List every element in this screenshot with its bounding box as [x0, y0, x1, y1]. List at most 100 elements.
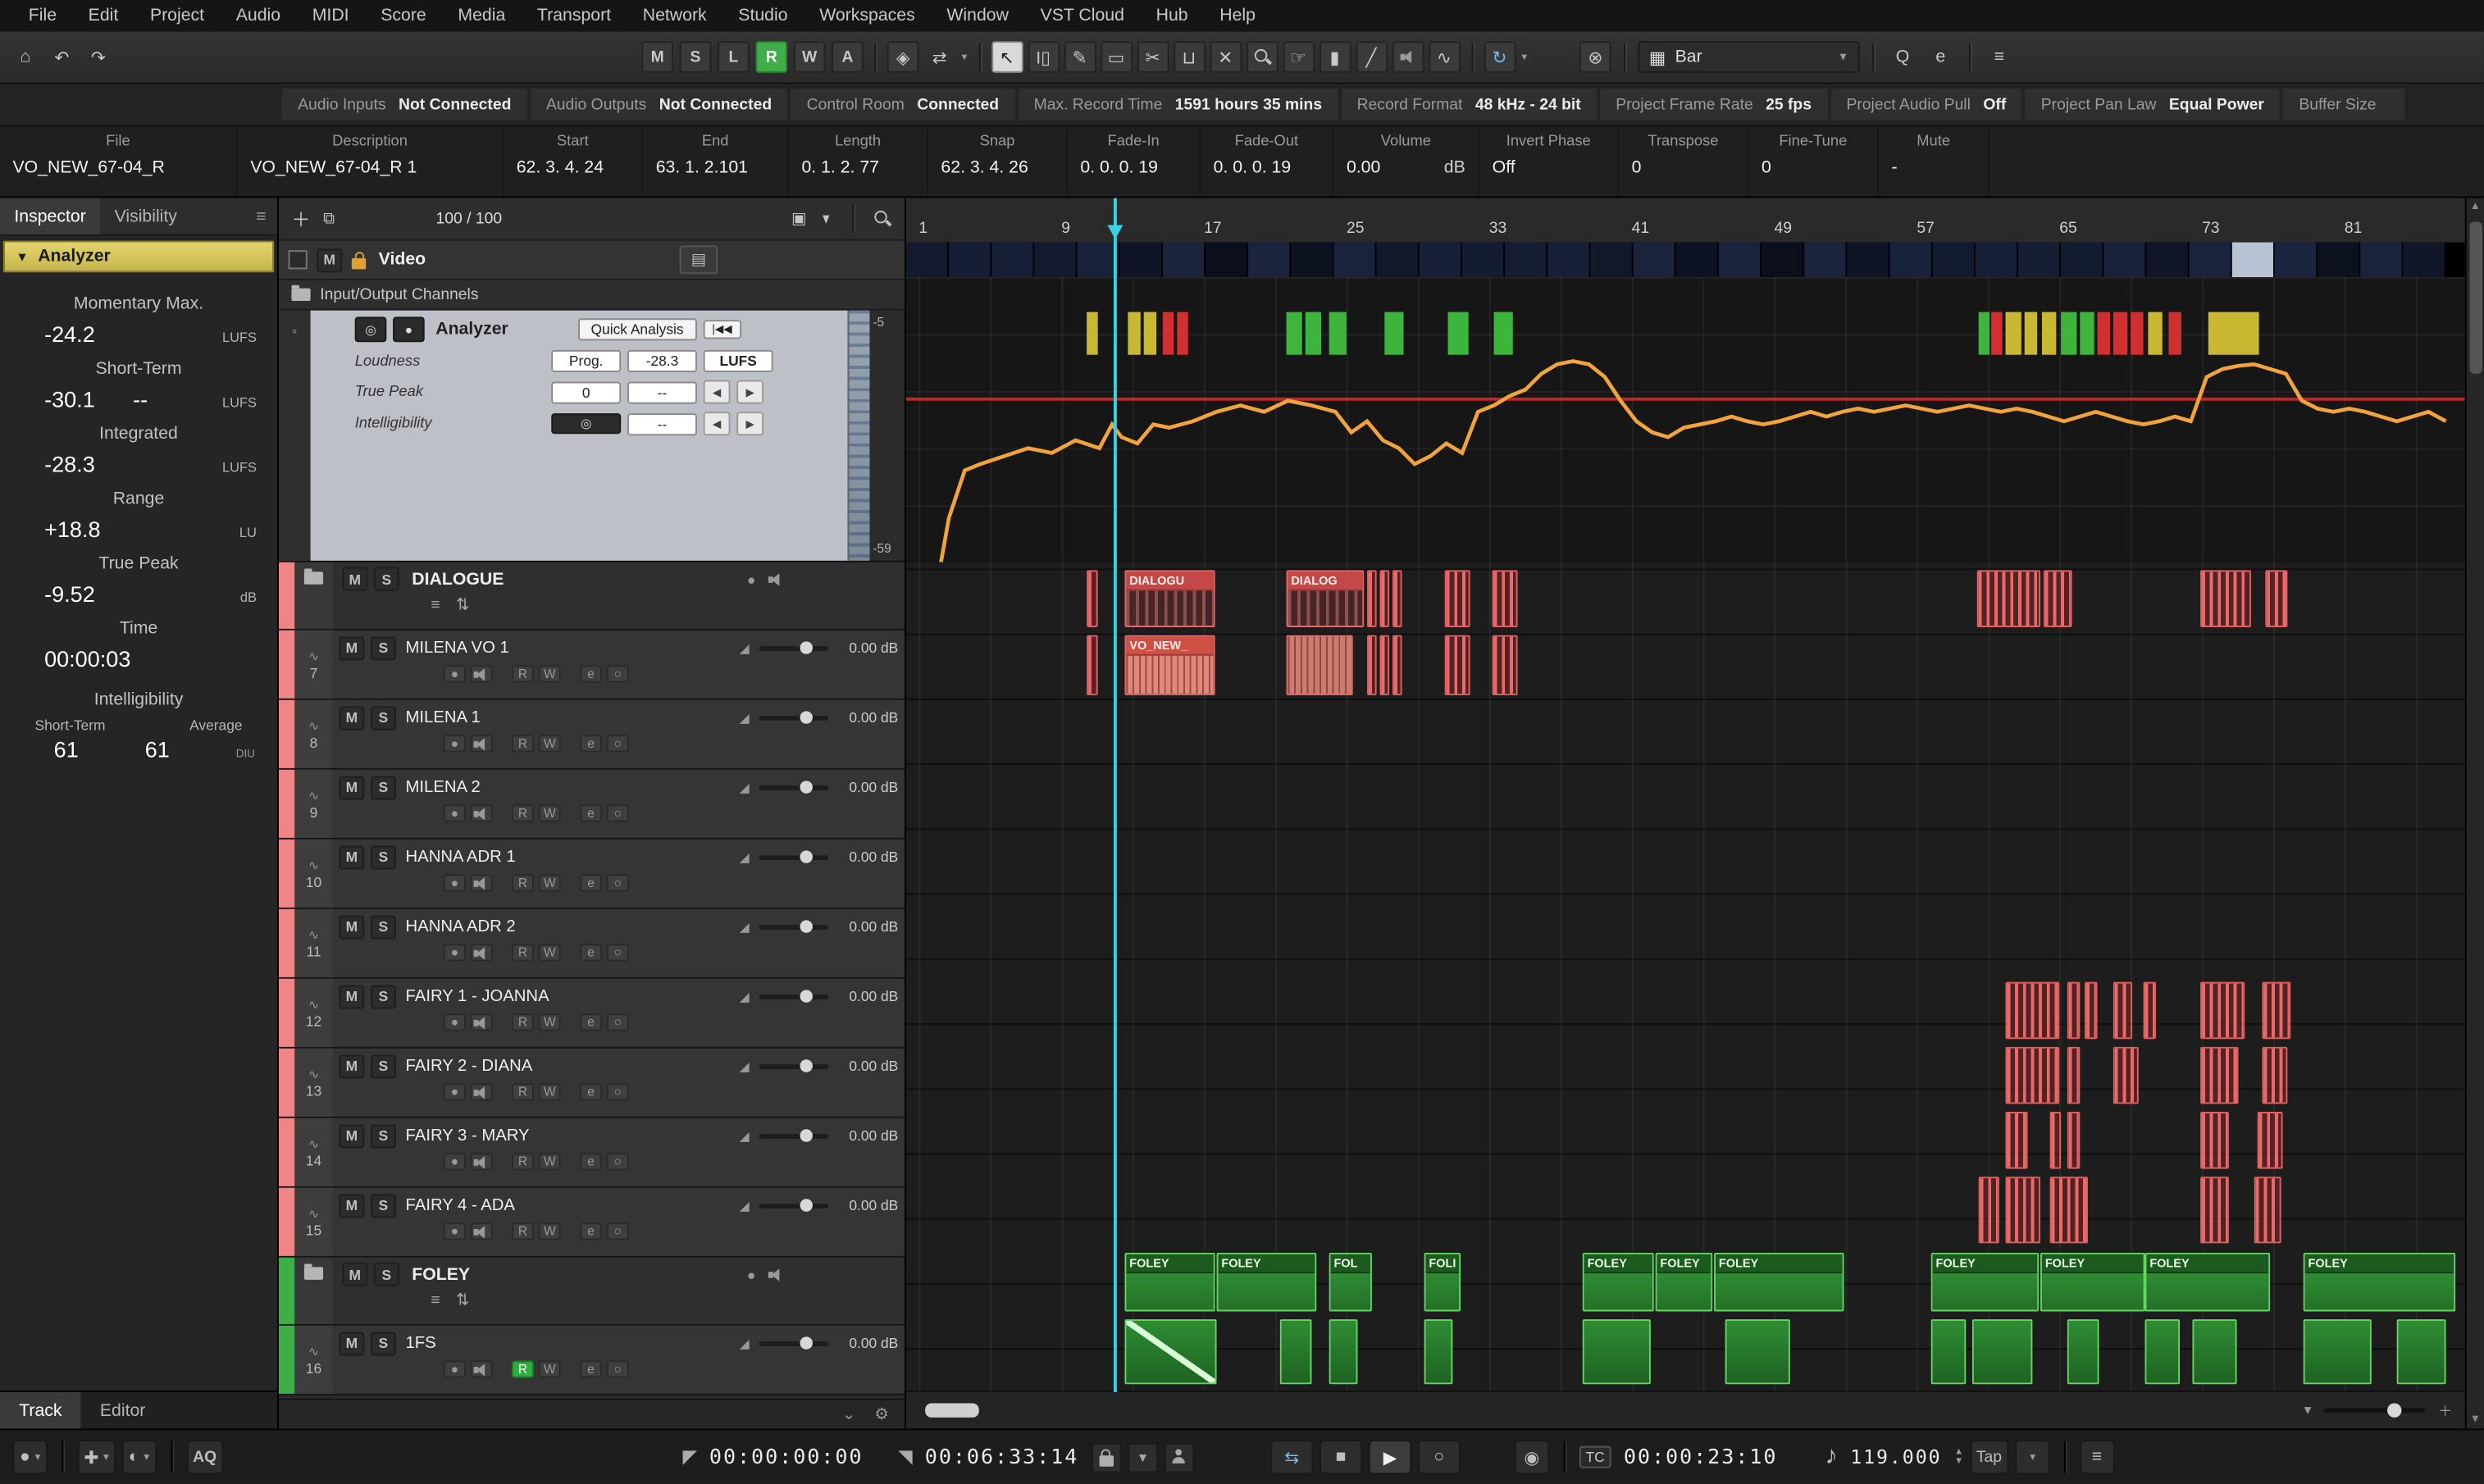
record-enable-button[interactable]: R	[512, 1013, 534, 1031]
audio-event[interactable]	[2006, 1047, 2060, 1104]
info-field-start[interactable]: Start62. 3. 4. 24	[504, 127, 643, 197]
mute-button[interactable]: M	[339, 1124, 364, 1148]
audition-button[interactable]	[471, 1013, 493, 1031]
dialogue-folder-row[interactable]: M S DIALOGUE ● ≡ ⇅	[279, 562, 905, 630]
write-automation-button[interactable]: W	[539, 1083, 561, 1100]
quick-analysis-button[interactable]: Quick Analysis	[578, 318, 696, 340]
audition-button[interactable]	[471, 804, 493, 822]
write-automation-button[interactable]: W	[539, 665, 561, 682]
bypass-button[interactable]: ○	[607, 1083, 629, 1100]
right-locator-time[interactable]: 00:06:33:14	[925, 1445, 1079, 1469]
record-enable-button[interactable]: R	[512, 1360, 534, 1377]
volume-slider[interactable]	[759, 854, 828, 859]
timeline-ruler[interactable]: 19172533414957657381	[906, 198, 2465, 244]
edit-channel-button[interactable]: e	[580, 1083, 602, 1100]
edit-channel-button[interactable]: e	[580, 804, 602, 822]
write-automation-button[interactable]: W	[539, 944, 561, 961]
range-selection-tool[interactable]: I▯	[1028, 41, 1060, 73]
automation-follows-button[interactable]: ⇄	[923, 41, 955, 73]
volume-slider[interactable]	[759, 1341, 828, 1345]
cycle-button[interactable]: ⇆	[1270, 1440, 1313, 1474]
audio-event[interactable]	[1931, 1319, 1966, 1384]
show-lanes-icon[interactable]: ≡	[431, 1292, 440, 1309]
monitor-button[interactable]: ●	[444, 1360, 466, 1377]
video-track-checkbox[interactable]	[289, 250, 308, 269]
autoscroll-button[interactable]: ↻	[1484, 41, 1515, 73]
write-automation-button[interactable]: W	[539, 804, 561, 822]
state-button-m[interactable]: M	[641, 41, 673, 73]
horizontal-zoom-slider[interactable]	[2324, 1408, 2426, 1413]
write-automation-button[interactable]: W	[539, 1013, 561, 1031]
track-row-7[interactable]: ∿7MSMILENA VO 1◢0.00 dB●RWe○	[279, 630, 905, 700]
edit-channel-button[interactable]: e	[580, 944, 602, 961]
time-format-badge[interactable]: TC	[1579, 1446, 1611, 1468]
glue-tool[interactable]: ⊔	[1173, 41, 1205, 73]
audio-event[interactable]	[1392, 570, 1402, 627]
foley-folder-row[interactable]: M S FOLEY ● ≡ ⇅	[279, 1258, 905, 1326]
snap-zero-crossing-button[interactable]: ⊗	[1579, 41, 1611, 73]
erase-tool[interactable]: ▭	[1101, 41, 1133, 73]
audio-event[interactable]	[1445, 635, 1470, 695]
menu-item-audio[interactable]: Audio	[220, 0, 296, 32]
track-row-9[interactable]: ∿9MSMILENA 2◢0.00 dB●RWe○	[279, 770, 905, 840]
primary-time-display[interactable]: 00:00:23:10	[1624, 1445, 1778, 1469]
rewind-icon[interactable]: |◀◀	[703, 320, 742, 339]
audio-event[interactable]	[2144, 982, 2156, 1040]
tab-visibility[interactable]: Visibility	[100, 198, 191, 234]
info-field-file[interactable]: FileVO_NEW_67-04_R	[0, 127, 238, 197]
bypass-button[interactable]: ○	[607, 1013, 629, 1031]
audition-button[interactable]	[471, 1083, 493, 1100]
zoom-in-button[interactable]: ＋	[2438, 1400, 2452, 1421]
mute-button[interactable]: M	[317, 248, 342, 271]
menu-item-hub[interactable]: Hub	[1140, 0, 1204, 32]
redo-button[interactable]: ↷	[82, 41, 114, 73]
audio-event[interactable]	[2262, 982, 2290, 1040]
volume-slider[interactable]	[759, 1063, 828, 1068]
analyzer-section-header[interactable]: ▼ Analyzer	[3, 241, 274, 273]
edit-channel-button[interactable]: e	[580, 1222, 602, 1240]
record-icon[interactable]: ●	[393, 316, 425, 342]
menu-item-vst-cloud[interactable]: VST Cloud	[1024, 0, 1140, 32]
menu-item-workspaces[interactable]: Workspaces	[804, 0, 931, 32]
power-button[interactable]: ◎	[355, 316, 387, 342]
write-automation-button[interactable]: W	[539, 1153, 561, 1170]
automation-mode-button[interactable]: ◈	[887, 41, 919, 73]
monitor-button[interactable]: ●	[444, 735, 466, 752]
track-row-13[interactable]: ∿13MSFAIRY 2 - DIANA◢0.00 dB●RWe○	[279, 1049, 905, 1118]
hand-tool[interactable]: ☞	[1283, 41, 1315, 73]
menu-item-studio[interactable]: Studio	[722, 0, 804, 32]
mute-button[interactable]: M	[339, 1194, 364, 1218]
audio-event[interactable]	[2254, 1177, 2281, 1243]
audio-event[interactable]	[1380, 570, 1390, 627]
info-field-transpose[interactable]: Transpose0	[1619, 127, 1748, 197]
status-segment-control-room[interactable]: Control RoomConnected	[791, 89, 1014, 121]
track-row-14[interactable]: ∿14MSFAIRY 3 - MARY◢0.00 dB●RWe○	[279, 1118, 905, 1188]
mute-button[interactable]: M	[339, 776, 364, 799]
info-field-volume[interactable]: Volume0.00dB	[1333, 127, 1479, 197]
audio-event[interactable]	[2200, 1177, 2229, 1243]
audio-event[interactable]	[1287, 635, 1353, 695]
audio-event[interactable]	[1329, 1319, 1358, 1384]
track-row-10[interactable]: ∿10MSHANNA ADR 1◢0.00 dB●RWe○	[279, 840, 905, 909]
menu-item-file[interactable]: File	[12, 0, 72, 32]
info-field-fade-in[interactable]: Fade-In0. 0. 0. 19	[1068, 127, 1201, 197]
audio-event[interactable]	[2200, 982, 2245, 1040]
line-tool[interactable]: ╱	[1356, 41, 1388, 73]
audio-event[interactable]	[1380, 635, 1390, 695]
edit-channel-button[interactable]: e	[580, 1013, 602, 1031]
arrange-area[interactable]: 19172533414957657381 DIALOGUDIALOG VO_NE…	[906, 198, 2465, 1428]
toolbar-options-icon[interactable]: ≡	[1983, 41, 2015, 73]
analyzer-track-panel[interactable]: ◦ ◎ ● Analyzer Quick Analysis |◀◀ Loudne…	[279, 311, 905, 562]
audition-button[interactable]	[471, 874, 493, 891]
io-channels-row[interactable]: Input/Output Channels	[279, 280, 905, 311]
audio-event[interactable]	[2262, 1047, 2287, 1104]
audio-event[interactable]	[1979, 1177, 1999, 1243]
audio-event[interactable]	[2050, 1177, 2088, 1243]
prev-arrow-button[interactable]: ◀	[704, 380, 731, 404]
zoom-preset-button[interactable]: ▾	[2304, 1402, 2312, 1419]
solo-button[interactable]: S	[371, 1054, 396, 1078]
tempo-mode-dropdown[interactable]: ▾	[2014, 1440, 2049, 1474]
write-automation-button[interactable]: W	[539, 1360, 561, 1377]
info-field-description[interactable]: DescriptionVO_NEW_67-04_R 1	[238, 127, 504, 197]
object-selection-tool[interactable]: ↖	[991, 41, 1023, 73]
